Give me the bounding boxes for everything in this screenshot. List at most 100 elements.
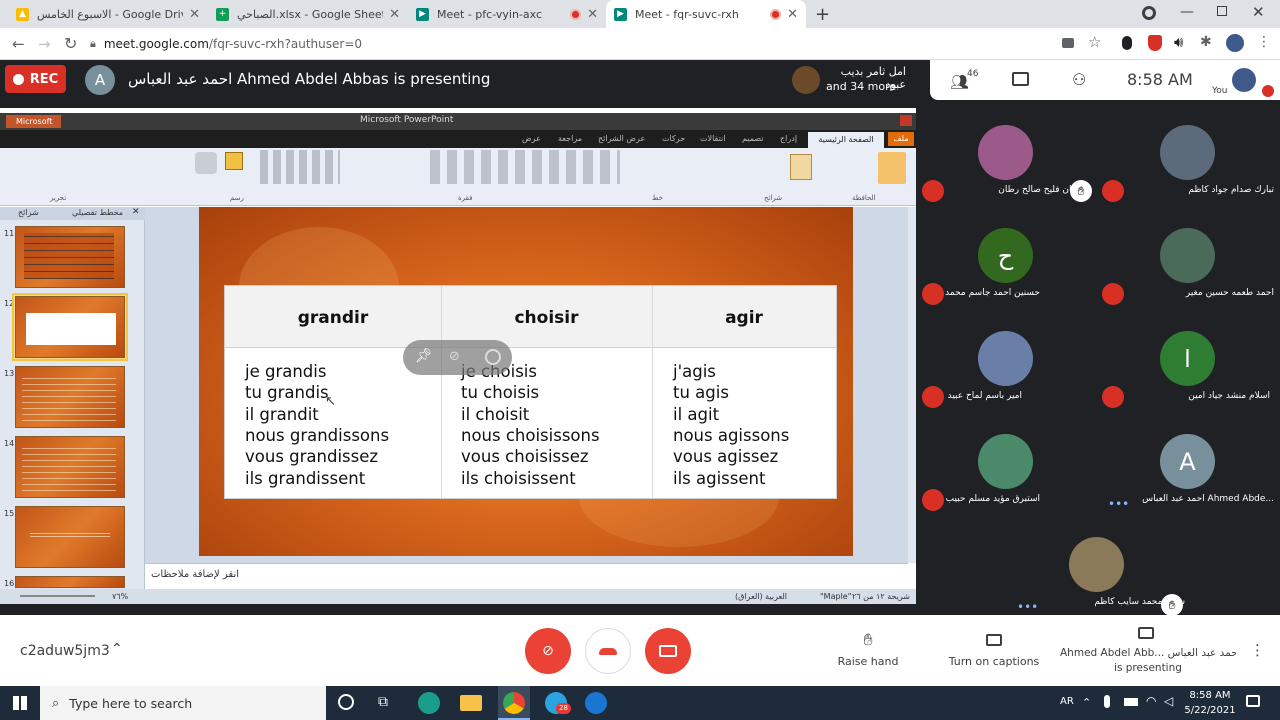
ribbon-tab-transitions[interactable]: انتقالات: [700, 134, 725, 143]
chat-icon[interactable]: [1012, 72, 1029, 86]
participant-photo: [1160, 125, 1215, 180]
extension-shield-icon[interactable]: [1148, 35, 1162, 51]
slide-thumbnail[interactable]: [15, 506, 125, 568]
captions-icon: [986, 634, 1002, 646]
status-zoom[interactable]: ٧٦%: [112, 592, 128, 601]
quick-styles-icon[interactable]: [195, 152, 217, 174]
toggle-microphone-button[interactable]: ⊘: [525, 628, 571, 674]
more-options-icon[interactable]: •••: [1108, 497, 1129, 511]
windows-start-icon[interactable]: [13, 696, 27, 710]
slide-scrollbar[interactable]: [908, 207, 916, 563]
close-icon[interactable]: ✕: [189, 7, 200, 22]
microphone-icon[interactable]: [1122, 36, 1132, 50]
taskbar-time[interactable]: 8:58 AM: [1188, 690, 1232, 701]
file-explorer-icon[interactable]: [460, 695, 482, 711]
activities-icon[interactable]: ⚇: [1072, 70, 1086, 89]
participant-tile[interactable]: A ••• احمد عبد العباس Ahmed Abde...: [1098, 413, 1278, 516]
recording-badge: REC: [5, 65, 66, 93]
edge-browser-icon[interactable]: [418, 692, 440, 714]
slide-thumbnail[interactable]: [15, 436, 125, 498]
close-icon[interactable]: ✕: [389, 7, 400, 22]
close-icon[interactable]: ✕: [787, 7, 798, 22]
close-icon[interactable]: ✕: [132, 207, 140, 217]
shapes-gallery-icon[interactable]: [260, 150, 340, 184]
maximize-button[interactable]: [1217, 6, 1227, 16]
taskbar-date[interactable]: 5/22/2021: [1184, 705, 1236, 716]
participant-tile[interactable]: احمد طعمه حسين مغير: [1098, 207, 1278, 310]
extensions-puzzle-icon[interactable]: ✱: [1200, 34, 1212, 50]
wifi-icon[interactable]: ◠: [1146, 694, 1156, 708]
taskbar-search-box[interactable]: ⌕ Type here to search: [40, 686, 326, 720]
toggle-camera-button[interactable]: [645, 628, 691, 674]
edge-legacy-icon[interactable]: [585, 692, 607, 714]
tab-google-sheets[interactable]: + الصباحي.xlsx - Google Sheets ✕: [208, 0, 408, 28]
mute-presentation-icon[interactable]: ⊘: [449, 349, 460, 364]
tray-up-icon[interactable]: ⌃: [1082, 696, 1091, 709]
more-menu-icon[interactable]: ⋮: [1257, 34, 1271, 50]
participant-tile[interactable]: ••• سدير محمد سايب كاظم ✋︎: [1007, 516, 1187, 619]
slide-thumbnail[interactable]: [15, 366, 125, 428]
address-bar[interactable]: 🔒︎ meet.google.com/fqr-suvc-rxh?authuser…: [90, 32, 1110, 56]
chevron-up-icon[interactable]: ⌃: [111, 641, 123, 657]
input-language[interactable]: AR: [1060, 696, 1074, 707]
camera-icon[interactable]: [1062, 38, 1074, 48]
tab-meet-fqr[interactable]: ▶ Meet - fqr-suvc-rxh ✕: [606, 0, 806, 28]
meeting-code[interactable]: c2aduw5jm3: [20, 643, 110, 659]
close-icon[interactable]: ✕: [587, 7, 598, 22]
leave-call-button[interactable]: [585, 628, 631, 674]
panel-tab-slides[interactable]: شرائح: [18, 208, 39, 217]
cortana-icon[interactable]: [338, 694, 354, 710]
ribbon-tab-home[interactable]: الصفحة الرئيسية: [808, 132, 884, 148]
tab-search-icon[interactable]: [1142, 6, 1156, 20]
battery-icon[interactable]: [1124, 698, 1138, 706]
participant-tile[interactable]: ا اسلام منشد جياد امين: [1098, 310, 1278, 413]
ribbon-tab-design[interactable]: تصميم: [742, 134, 764, 143]
conjugation-form: tu grandis: [245, 383, 329, 402]
new-tab-button[interactable]: +: [815, 4, 830, 25]
participant-tile[interactable]: ايمان فليح صالح رطان ✋︎: [916, 104, 1096, 207]
more-options-icon[interactable]: •••: [1017, 600, 1038, 614]
volume-icon[interactable]: ◁: [1164, 694, 1173, 708]
slide-thumbnail[interactable]: [15, 226, 125, 288]
microphone-tray-icon[interactable]: [1104, 695, 1110, 708]
panel-tab-outline[interactable]: مخطط تفصيلي: [72, 208, 123, 217]
task-view-icon[interactable]: ⧉: [378, 694, 388, 710]
paste-icon[interactable]: [878, 152, 906, 184]
profile-avatar[interactable]: [1226, 34, 1244, 52]
slide-thumbnail[interactable]: [15, 576, 125, 588]
speaker-icon[interactable]: 🔊︎: [1174, 33, 1183, 51]
captions-button[interactable]: Turn on captions: [946, 655, 1042, 668]
ppt-close-button[interactable]: [900, 115, 912, 126]
participant-tile[interactable]: امير باسم لماح عبيد: [916, 310, 1096, 413]
ribbon-tab-slideshow[interactable]: عرض الشرائح: [598, 134, 645, 143]
window-close-button[interactable]: ✕: [1252, 3, 1265, 21]
back-icon[interactable]: ←: [12, 35, 25, 53]
conjugation-form: ils choisissent: [461, 469, 576, 488]
minimize-presentation-icon[interactable]: [485, 349, 501, 365]
participant-tile[interactable]: تبارك صدام جواد كاظم: [1098, 104, 1278, 207]
raise-hand-button[interactable]: Raise hand: [830, 655, 906, 668]
ribbon-tab-review[interactable]: مراجعة: [558, 134, 582, 143]
participant-tile[interactable]: ح حسنين احمد جاسم محمد: [916, 207, 1096, 310]
bookmark-star-icon[interactable]: ☆: [1088, 33, 1101, 51]
more-options-icon[interactable]: ⋮: [1250, 641, 1265, 659]
forward-icon[interactable]: →: [38, 35, 51, 53]
notifications-icon[interactable]: [1246, 695, 1260, 707]
notes-pane[interactable]: انقر لإضافة ملاحظات: [145, 563, 908, 589]
slide-thumbnail-selected[interactable]: [15, 296, 125, 358]
tab-google-drive[interactable]: ▲ الاسبوع الخامس - Google Drive ✕: [8, 0, 208, 28]
reload-icon[interactable]: ↻: [64, 34, 77, 53]
participant-tile[interactable]: استبرق مؤيد مسلم حبيب: [916, 413, 1096, 516]
zoom-slider[interactable]: [20, 595, 95, 597]
font-formatting-icons[interactable]: [430, 150, 620, 184]
pin-icon[interactable]: 📌︎: [415, 348, 433, 364]
ribbon-tab-view[interactable]: عرض: [522, 134, 541, 143]
presenter-info[interactable]: Ahmed Abdel Abb... احمد عبد العباس: [1060, 647, 1236, 659]
tab-meet-pfc[interactable]: ▶ Meet - pfc-vyin-axc ✕: [408, 0, 606, 28]
new-slide-icon[interactable]: [790, 154, 812, 180]
ribbon-tab-insert[interactable]: إدراج: [780, 134, 797, 143]
minimize-button[interactable]: —: [1180, 4, 1194, 20]
arrange-icon[interactable]: [225, 152, 243, 170]
ribbon-tab-file[interactable]: ملف: [888, 132, 914, 146]
ribbon-tab-animations[interactable]: حركات: [662, 134, 685, 143]
